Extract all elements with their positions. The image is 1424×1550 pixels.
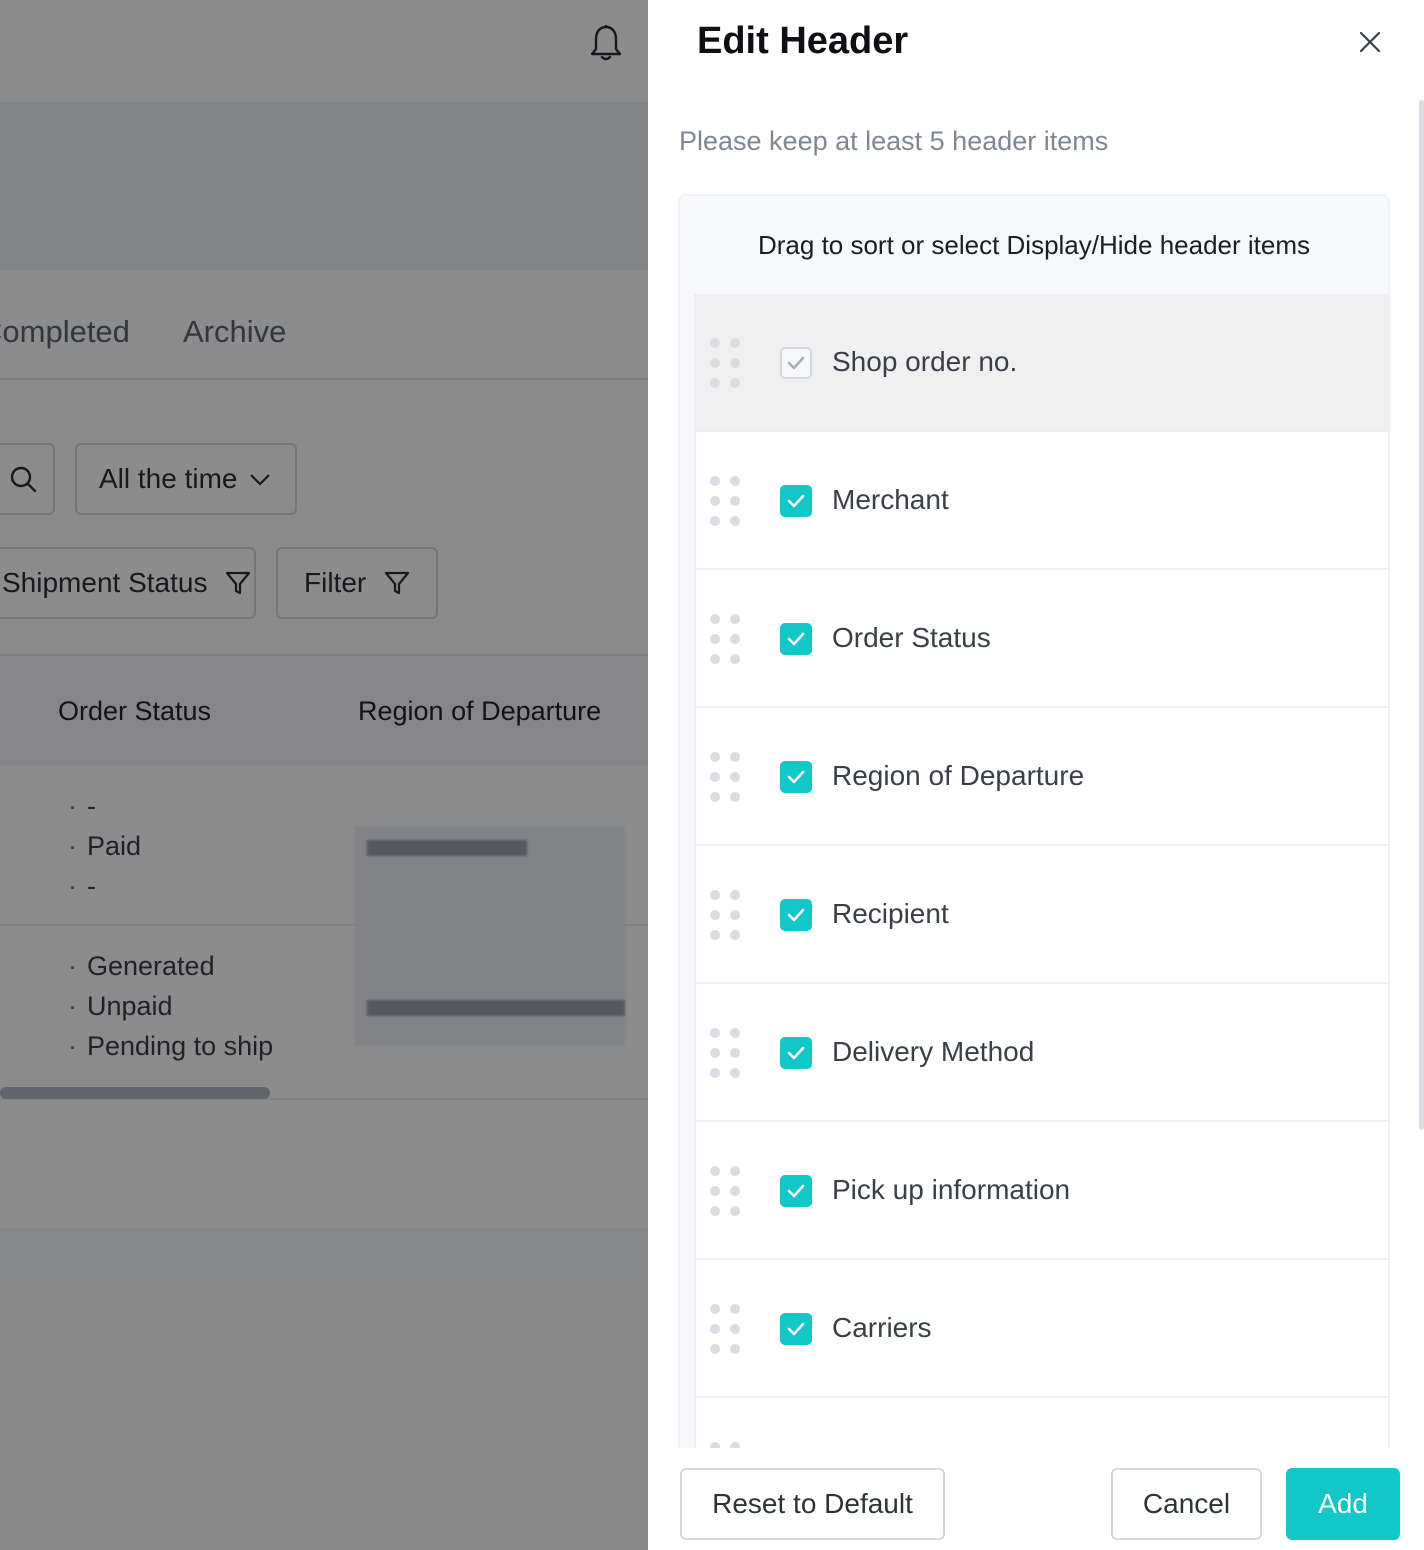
header-item-label: Region of Departure	[832, 760, 1085, 791]
header-item[interactable]: Order Status	[694, 570, 1388, 708]
check-icon	[787, 770, 805, 784]
check-icon	[787, 1184, 805, 1198]
header-item[interactable]: Merchant	[694, 432, 1388, 570]
modal-overlay[interactable]	[0, 0, 648, 1550]
header-item-label: Order Status	[832, 622, 991, 653]
drag-handle-icon[interactable]	[710, 476, 740, 526]
header-item-checkbox[interactable]	[780, 623, 812, 655]
cancel-button[interactable]: Cancel	[1111, 1468, 1262, 1540]
drawer-hint: Please keep at least 5 header items	[679, 126, 1109, 156]
header-item-checkbox[interactable]	[780, 1037, 812, 1069]
drag-handle-icon[interactable]	[710, 1166, 740, 1216]
drawer-title: Edit Header	[697, 20, 909, 62]
header-item[interactable]	[694, 1398, 1388, 1448]
header-item[interactable]: Region of Departure	[694, 708, 1388, 846]
check-icon	[787, 632, 805, 646]
check-icon	[787, 1322, 805, 1336]
drag-handle-icon[interactable]	[710, 1304, 740, 1354]
drag-handle-icon[interactable]	[710, 752, 740, 802]
drawer-scrollbar[interactable]	[1419, 100, 1424, 1130]
header-item[interactable]: Pick up information	[694, 1122, 1388, 1260]
header-items-list: Shop order no. Merchant Order Status Region…	[694, 294, 1388, 1448]
header-item-label: Merchant	[832, 484, 949, 515]
check-icon	[787, 908, 805, 922]
drag-handle-icon[interactable]	[710, 614, 740, 664]
drag-handle-icon[interactable]	[710, 890, 740, 940]
check-icon	[787, 356, 805, 370]
drag-handle-icon[interactable]	[710, 1028, 740, 1078]
header-item-checkbox[interactable]	[780, 485, 812, 517]
drawer-footer: Reset to Default Cancel Add	[648, 1448, 1424, 1550]
header-item-checkbox[interactable]	[780, 1175, 812, 1207]
header-item-label: Shop order no.	[832, 346, 1018, 377]
header-item-checkbox[interactable]	[780, 899, 812, 931]
header-item-checkbox[interactable]	[780, 761, 812, 793]
header-item-label: Delivery Method	[832, 1036, 1035, 1067]
close-icon[interactable]	[1356, 28, 1384, 56]
header-item-checkbox[interactable]	[780, 1313, 812, 1345]
header-item-label: Recipient	[832, 898, 949, 929]
add-button[interactable]: Add	[1286, 1468, 1400, 1540]
drag-handle-icon[interactable]	[710, 338, 740, 388]
header-item[interactable]: Delivery Method	[694, 984, 1388, 1122]
header-item-checkbox	[780, 347, 812, 379]
header-item[interactable]: Recipient	[694, 846, 1388, 984]
check-icon	[787, 1046, 805, 1060]
header-items-box: Drag to sort or select Display/Hide head…	[678, 194, 1390, 1448]
reset-to-default-button[interactable]: Reset to Default	[680, 1468, 945, 1540]
header-items-instruction: Drag to sort or select Display/Hide head…	[757, 229, 1310, 260]
header-item[interactable]: Carriers	[694, 1260, 1388, 1398]
check-icon	[787, 494, 805, 508]
header-item-label: Carriers	[832, 1312, 932, 1343]
header-item-label: Pick up information	[832, 1174, 1071, 1205]
edit-header-drawer: Edit Header Please keep at least 5 heade…	[648, 0, 1424, 1550]
header-item[interactable]: Shop order no.	[694, 294, 1388, 432]
